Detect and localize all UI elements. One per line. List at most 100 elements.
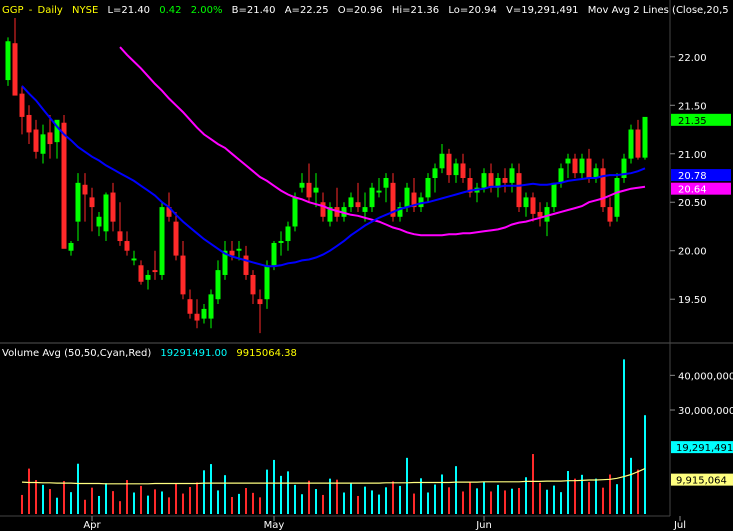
volume-bar <box>98 495 100 514</box>
candle-body <box>173 221 179 256</box>
candle-body <box>306 182 312 198</box>
volume-bar <box>560 492 562 514</box>
volume-bar <box>175 483 177 514</box>
candle-body <box>509 168 515 183</box>
volume-bar <box>147 495 149 514</box>
volume-bar <box>448 487 450 514</box>
candle-body <box>264 265 270 300</box>
volume-bar <box>217 490 219 514</box>
volume-bar <box>483 482 485 514</box>
candle-body <box>586 158 592 178</box>
header-last: L=21.40 <box>107 5 150 16</box>
stock-chart: GGP - Daily NYSE L=21.40 0.42 2.00% B=21… <box>0 0 733 531</box>
candle-body <box>47 132 53 145</box>
candle-body <box>243 255 249 275</box>
candle-body <box>579 158 585 174</box>
volume-bar <box>70 492 72 514</box>
volume-bar <box>91 487 93 514</box>
volume-bar <box>77 463 79 514</box>
volume-bar <box>126 480 128 514</box>
volume-bar <box>287 471 289 514</box>
candle-body <box>551 182 557 208</box>
volume-bar <box>434 484 436 514</box>
candle-body <box>278 241 284 243</box>
candle-body <box>117 231 123 242</box>
candle-body <box>635 129 641 158</box>
volume-bar <box>35 480 37 514</box>
candle-body <box>558 168 564 183</box>
volume-bar <box>231 497 233 514</box>
candle-body <box>614 178 620 217</box>
candle-body <box>124 241 130 251</box>
candle-body <box>355 202 361 208</box>
candle-body <box>299 182 305 188</box>
volume-bar <box>182 493 184 514</box>
volume-bar <box>56 497 58 514</box>
candle-body <box>89 197 95 208</box>
time-tick-label: May <box>264 520 285 531</box>
candle-body <box>19 93 25 117</box>
candle-body <box>565 158 571 164</box>
volume-bar <box>322 494 324 514</box>
price-last-label: 20.78 <box>678 171 707 182</box>
volume-bar <box>21 494 23 514</box>
candle-body <box>488 173 494 188</box>
candle-body <box>530 197 536 214</box>
candle-body <box>285 226 291 242</box>
candle-body <box>383 178 389 188</box>
candle-body <box>40 134 46 154</box>
volume-bar <box>392 481 394 514</box>
volume-bar <box>315 489 317 514</box>
volume-bar <box>308 480 310 514</box>
candle-body <box>152 270 158 273</box>
volume-bar <box>490 491 492 514</box>
candle-body <box>502 178 508 183</box>
candle-body <box>159 207 165 275</box>
volume-bar <box>427 492 429 514</box>
candle-body <box>208 294 214 319</box>
volume-bar <box>441 474 443 514</box>
candle-body <box>607 207 613 222</box>
volume-bar <box>189 486 191 514</box>
candle-body <box>348 197 354 208</box>
volume-bar <box>385 487 387 514</box>
candle-body <box>369 187 375 208</box>
volume-bar <box>168 497 170 514</box>
volume-bar <box>266 469 268 514</box>
candle-body <box>96 216 102 227</box>
volume-bar <box>112 491 114 514</box>
candle-body <box>628 129 634 159</box>
volume-bar <box>49 489 51 514</box>
candle-body <box>572 158 578 174</box>
candle-body <box>404 187 410 208</box>
header-change-pct: 2.00% <box>191 5 223 16</box>
volume-bar <box>154 489 156 514</box>
time-tick-label: Jun <box>475 520 492 531</box>
candle-body <box>215 270 221 300</box>
volume-bar <box>280 475 282 514</box>
candle-body <box>75 182 81 222</box>
volume-header: Volume Avg (50,50,Cyan,Red) 19291491.00 … <box>2 348 297 359</box>
header-open: O=20.96 <box>338 5 383 16</box>
candle-body <box>131 258 137 261</box>
volume-bar <box>644 415 646 514</box>
candle-body <box>103 194 109 232</box>
volume-bar <box>609 474 611 514</box>
volume-bar <box>245 488 247 514</box>
volume-bar <box>238 493 240 514</box>
volume-last-label: 9,915,064 <box>676 476 727 487</box>
volume-bar <box>329 478 331 514</box>
time-tick-label: Apr <box>83 520 101 531</box>
volume-last-label: 19,291,491 <box>676 443 733 454</box>
candle-body <box>145 274 151 280</box>
chart-header: GGP - Daily NYSE L=21.40 0.42 2.00% B=21… <box>2 5 729 16</box>
volume-bar <box>371 490 373 514</box>
volume-bar <box>630 457 632 514</box>
volume-bar <box>84 499 86 514</box>
volume-bar <box>336 479 338 514</box>
volume-bar <box>350 483 352 514</box>
candle-body <box>138 265 144 282</box>
header-ask: A=22.25 <box>285 5 329 16</box>
price-tick-label: 20.00 <box>678 247 707 258</box>
volume-bar <box>140 485 142 514</box>
